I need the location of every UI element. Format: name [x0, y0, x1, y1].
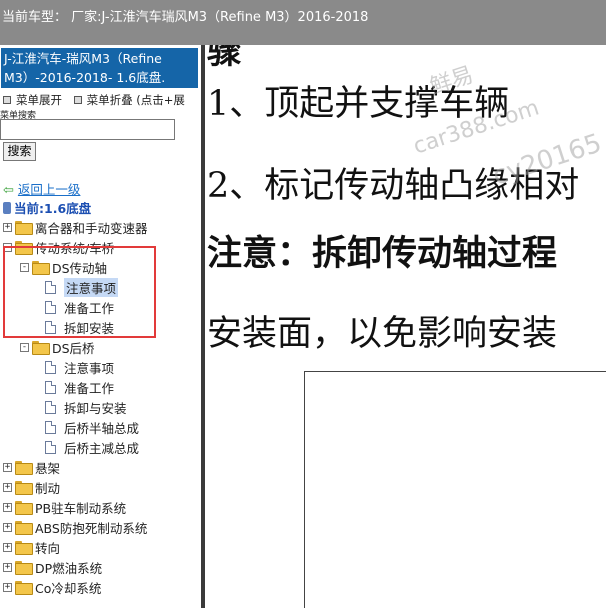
- current-model-text: 当前车型： 厂家:J-江淮汽车瑞风M3（Refine M3）2016-2018: [2, 10, 369, 25]
- menu-collapse-toggle[interactable]: 菜单折叠 (点击+展: [73, 93, 185, 107]
- tree-item[interactable]: + PB驻车制动系统: [3, 498, 126, 516]
- menu-expand-toggle[interactable]: 菜单展开: [3, 93, 62, 107]
- tree-item[interactable]: + 转向: [3, 538, 60, 556]
- tree-item-label: 后桥半轴总成: [64, 420, 140, 436]
- tree-item[interactable]: + Co冷却系统: [3, 578, 101, 596]
- tree-item-label: Co冷却系统: [35, 580, 102, 596]
- document-icon: [45, 440, 56, 454]
- tree-item-label: 准备工作: [64, 380, 115, 396]
- back-link-label: 返回上一级: [17, 182, 81, 197]
- expand-plus-icon[interactable]: +: [3, 222, 12, 232]
- folder-icon: [15, 541, 33, 555]
- folder-icon: [15, 481, 33, 495]
- tree-item[interactable]: + ABS防抱死制动系统: [3, 518, 147, 536]
- tree-item[interactable]: 准备工作: [45, 378, 114, 396]
- tree-item-label: 转向: [35, 540, 61, 556]
- folder-icon: [15, 221, 33, 235]
- content-note: 注意：拆卸传动轴过程: [207, 234, 558, 274]
- back-link[interactable]: ⇦ 返回上一级: [3, 179, 80, 198]
- current-location-label: 当前:1.6底盘: [14, 201, 92, 216]
- tree-item-label: 制动: [35, 480, 61, 496]
- folder-icon: [15, 581, 33, 595]
- tree-item-label: 悬架: [35, 460, 61, 476]
- content-heading-fragment: 骤: [207, 45, 243, 72]
- tree-item[interactable]: 注意事项: [45, 358, 114, 376]
- tree-item-label: DS后桥: [52, 340, 95, 356]
- menu-controls: 菜单展开 菜单折叠 (点击+展: [3, 92, 185, 108]
- tree-item[interactable]: 后桥半轴总成: [45, 418, 139, 436]
- tree-item[interactable]: 后桥主减总成: [45, 438, 139, 456]
- tree-item[interactable]: - DS后桥: [20, 338, 95, 356]
- search-button[interactable]: 搜索: [3, 142, 36, 161]
- tree-item-label: 拆卸与安装: [64, 400, 127, 416]
- tree-item-label: 离合器和手动变速器: [35, 220, 148, 236]
- collapse-icon: [73, 96, 82, 104]
- document-icon: [45, 400, 56, 414]
- expand-icon: [3, 96, 11, 104]
- tree-item-label: DP燃油系统: [35, 560, 103, 576]
- tree-item[interactable]: + 离合器和手动变速器: [3, 218, 148, 236]
- sidebar: J-江淮汽车-瑞风M3（Refine M3）-2016-2018- 1.6底盘.…: [0, 45, 201, 608]
- expand-plus-icon[interactable]: +: [3, 542, 12, 552]
- expand-plus-icon[interactable]: +: [3, 522, 12, 532]
- tree-item-label: PB驻车制动系统: [35, 500, 127, 516]
- folder-icon: [15, 501, 33, 515]
- collapse-minus-icon[interactable]: -: [20, 342, 29, 352]
- highlight-box: [3, 246, 156, 338]
- tree-item-label: 注意事项: [64, 360, 115, 376]
- car-icon: [3, 202, 11, 214]
- document-icon: [45, 420, 56, 434]
- content-pane: 骤 1、顶起并支撑车辆 2、标记传动轴凸缘相对 注意：拆卸传动轴过程 安装面，以…: [205, 45, 606, 608]
- expand-plus-icon[interactable]: +: [3, 582, 12, 592]
- folder-icon: [15, 521, 33, 535]
- expand-plus-icon[interactable]: +: [3, 562, 12, 572]
- content-note-continued: 安装面，以免影响安装: [207, 314, 558, 354]
- tree-item[interactable]: + 悬架: [3, 458, 60, 476]
- tree-item-label: 后桥主减总成: [64, 440, 140, 456]
- current-location: 当前:1.6底盘: [3, 198, 91, 217]
- folder-icon: [32, 341, 50, 355]
- menu-expand-label: 菜单展开: [16, 93, 62, 107]
- search-input[interactable]: [0, 119, 175, 140]
- document-icon: [45, 360, 56, 374]
- menu-collapse-label: 菜单折叠 (点击+展: [86, 93, 185, 107]
- tree-item[interactable]: + 制动: [3, 478, 60, 496]
- window-title-bar: 当前车型： 厂家:J-江淮汽车瑞风M3（Refine M3）2016-2018: [0, 0, 606, 45]
- back-arrow-icon: ⇦: [3, 183, 14, 198]
- content-image-frame: [304, 371, 606, 608]
- tree-item[interactable]: 拆卸与安装: [45, 398, 127, 416]
- tree-item-label: ABS防抱死制动系统: [35, 520, 148, 536]
- document-icon: [45, 380, 56, 394]
- tree-item[interactable]: + DP燃油系统: [3, 558, 102, 576]
- expand-plus-icon[interactable]: +: [3, 502, 12, 512]
- folder-icon: [15, 561, 33, 575]
- sidebar-title: J-江淮汽车-瑞风M3（Refine M3）-2016-2018- 1.6底盘.: [1, 48, 198, 88]
- folder-icon: [15, 461, 33, 475]
- expand-plus-icon[interactable]: +: [3, 462, 12, 472]
- expand-plus-icon[interactable]: +: [3, 482, 12, 492]
